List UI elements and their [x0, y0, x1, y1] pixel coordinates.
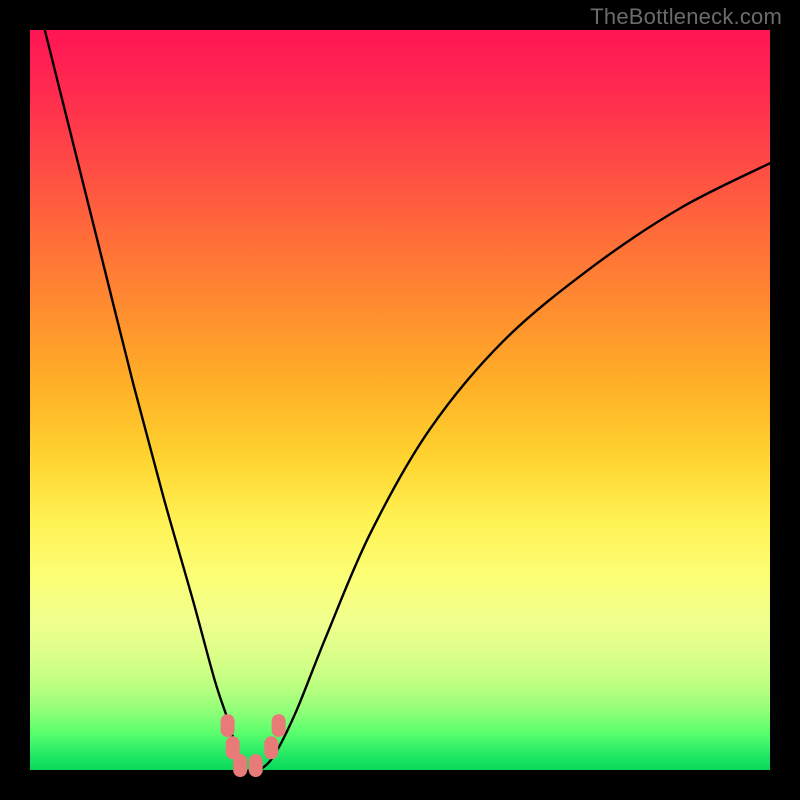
curve-marker — [249, 754, 263, 777]
curve-marker — [221, 714, 235, 737]
curve-marker — [272, 714, 286, 737]
marker-group — [221, 714, 286, 777]
curve-marker — [233, 754, 247, 777]
watermark-text: TheBottleneck.com — [590, 4, 782, 30]
curve-marker — [264, 736, 278, 759]
plot-area — [30, 30, 770, 770]
curve-svg — [30, 30, 770, 770]
bottleneck-curve-line — [45, 30, 770, 771]
chart-frame: TheBottleneck.com — [0, 0, 800, 800]
